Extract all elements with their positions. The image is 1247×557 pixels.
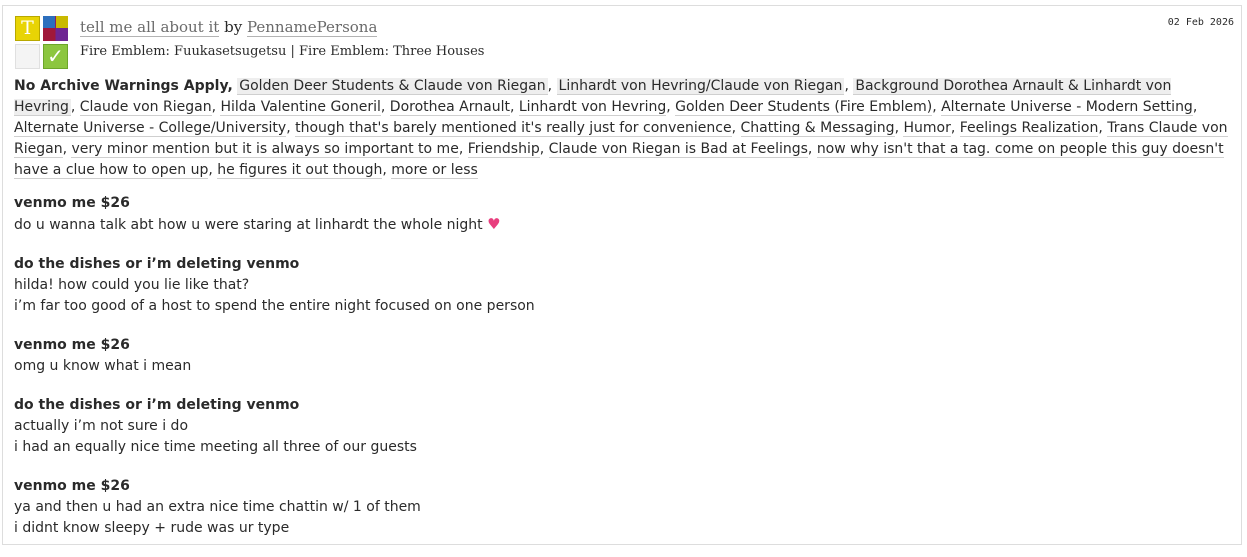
message-line: i didnt know sleepy + rude was ur type: [14, 518, 1234, 539]
message-sender: do the dishes or i’m deleting venmo: [14, 256, 300, 272]
fandom-link[interactable]: Fire Emblem: Three Houses: [299, 44, 484, 59]
freeform-tag[interactable]: more or less: [391, 162, 478, 179]
freeform-tag[interactable]: Feelings Realization: [959, 120, 1099, 137]
tag-separator: ,: [731, 120, 741, 136]
tag-separator: ,: [70, 99, 80, 115]
message-sender: venmo me $26: [14, 337, 130, 353]
message-text: hilda! how could you lie like that?: [14, 277, 250, 293]
required-tags: T ✓: [15, 16, 69, 70]
fandom-separator: |: [290, 44, 295, 59]
multi-category-icon[interactable]: [43, 16, 68, 41]
tag-list: No Archive Warnings Apply, Golden Deer S…: [14, 76, 1236, 181]
no-warnings-icon[interactable]: [15, 44, 40, 69]
freeform-tag[interactable]: very minor mention but it is always so i…: [71, 141, 459, 158]
tag-separator: ,: [1098, 120, 1108, 136]
message-sender: venmo me $26: [14, 195, 130, 211]
tag-separator: ,: [509, 99, 519, 115]
freeform-tag[interactable]: Claude von Riegan is Bad at Feelings: [548, 141, 808, 158]
warning-tag[interactable]: No Archive Warnings Apply,: [14, 78, 233, 94]
chat-log: venmo me $26 do u wanna talk abt how u we…: [14, 193, 1234, 557]
chat-message: do the dishes or i’m deleting venmo actua…: [14, 395, 1234, 458]
author-link[interactable]: PennamePersona: [246, 18, 378, 37]
freeform-tag[interactable]: Humor: [903, 120, 951, 137]
message-line: i’m far too good of a host to spend the …: [14, 296, 1234, 317]
message-text: actually i’m not sure i do: [14, 418, 189, 434]
message-text: i had an equally nice time meeting all t…: [14, 439, 417, 455]
chat-message: venmo me $26 ya and then u had an extra n…: [14, 476, 1234, 539]
message-text: do u wanna talk abt how u were staring a…: [14, 217, 483, 233]
message-sender: do the dishes or i’m deleting venmo: [14, 397, 300, 413]
chat-message: do the dishes or i’m deleting venmo hilda…: [14, 254, 1234, 317]
by-label: by: [224, 18, 243, 36]
freeform-tag[interactable]: Chatting & Messaging: [740, 120, 895, 137]
freeform-tag[interactable]: Linhardt von Hevring: [518, 99, 667, 116]
tag-separator: ,: [286, 120, 296, 136]
message-line: actually i’m not sure i do: [14, 416, 1234, 437]
chat-message: venmo me $26 do u wanna talk abt how u we…: [14, 193, 1234, 236]
relationship-tag[interactable]: Linhardt von Hevring/Claude von Riegan: [556, 78, 845, 95]
message-line: omg u know what i mean: [14, 356, 1234, 377]
complete-check-icon[interactable]: ✓: [43, 44, 68, 69]
message-line: hilda! how could you lie like that?: [14, 275, 1234, 296]
message-sender: venmo me $26: [14, 478, 130, 494]
tag-separator: ,: [1192, 99, 1198, 115]
message-line: do u wanna talk abt how u were staring a…: [14, 214, 1234, 236]
freeform-tag[interactable]: Alternate Universe - College/University: [14, 120, 287, 137]
freeform-tag[interactable]: he figures it out though: [217, 162, 383, 179]
tag-separator: ,: [539, 141, 549, 157]
tag-separator: ,: [950, 120, 960, 136]
tag-separator: ,: [382, 162, 392, 178]
message-text: i didnt know sleepy + rude was ur type: [14, 520, 290, 536]
fandom-link[interactable]: Fire Emblem: Fuukasetsugetsu: [80, 44, 286, 59]
teen-rating-icon[interactable]: T: [15, 16, 40, 41]
tag-separator: ,: [458, 141, 468, 157]
heart-icon: ♥: [487, 215, 501, 233]
message-text: ya and then u had an extra nice time cha…: [14, 499, 421, 515]
message-text: i’m far too good of a host to spend the …: [14, 298, 535, 314]
work-heading: tell me all about it by PennamePersona: [80, 18, 378, 37]
message-line: i had an equally nice time meeting all t…: [14, 437, 1234, 458]
tag-separator: ,: [380, 99, 390, 115]
work-blurb: T ✓ tell me all about it by PennamePerso…: [2, 5, 1242, 545]
freeform-tag[interactable]: Alternate Universe - Modern Setting: [941, 99, 1193, 116]
freeform-tag[interactable]: Friendship: [467, 141, 540, 158]
fandom-list: Fire Emblem: Fuukasetsugetsu | Fire Embl…: [80, 44, 484, 59]
freeform-tag[interactable]: though that's barely mentioned it's real…: [295, 120, 732, 137]
freeform-tag[interactable]: Hilda Valentine Goneril: [220, 99, 381, 116]
freeform-tag[interactable]: Golden Deer Students (Fire Emblem): [675, 99, 933, 116]
message-text: omg u know what i mean: [14, 358, 192, 374]
publish-date: 02 Feb 2026: [1167, 17, 1234, 28]
tag-separator: ,: [807, 141, 817, 157]
tag-separator: ,: [844, 78, 854, 94]
tag-separator: ,: [208, 162, 218, 178]
freeform-tag[interactable]: Dorothea Arnault: [389, 99, 510, 116]
freeform-tag[interactable]: Claude von Riegan: [79, 99, 212, 116]
relationship-tag[interactable]: Golden Deer Students & Claude von Riegan: [237, 78, 548, 95]
tag-separator: ,: [547, 78, 557, 94]
work-title-link[interactable]: tell me all about it: [80, 18, 220, 37]
tag-separator: ,: [666, 99, 676, 115]
chat-message: venmo me $26 omg u know what i mean: [14, 335, 1234, 377]
message-line: ya and then u had an extra nice time cha…: [14, 497, 1234, 518]
tag-separator: ,: [932, 99, 942, 115]
